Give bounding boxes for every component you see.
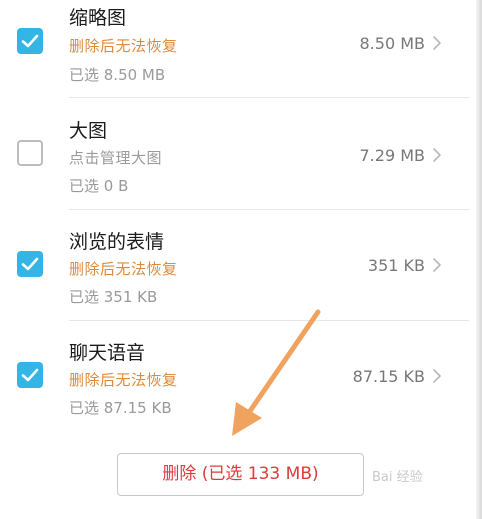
annotation-arrow-icon <box>232 309 321 436</box>
scroll-edge <box>476 0 482 519</box>
delete-button[interactable]: 删除 (已选 133 MB) <box>117 453 364 496</box>
watermark: Bai 经验 <box>372 470 423 485</box>
